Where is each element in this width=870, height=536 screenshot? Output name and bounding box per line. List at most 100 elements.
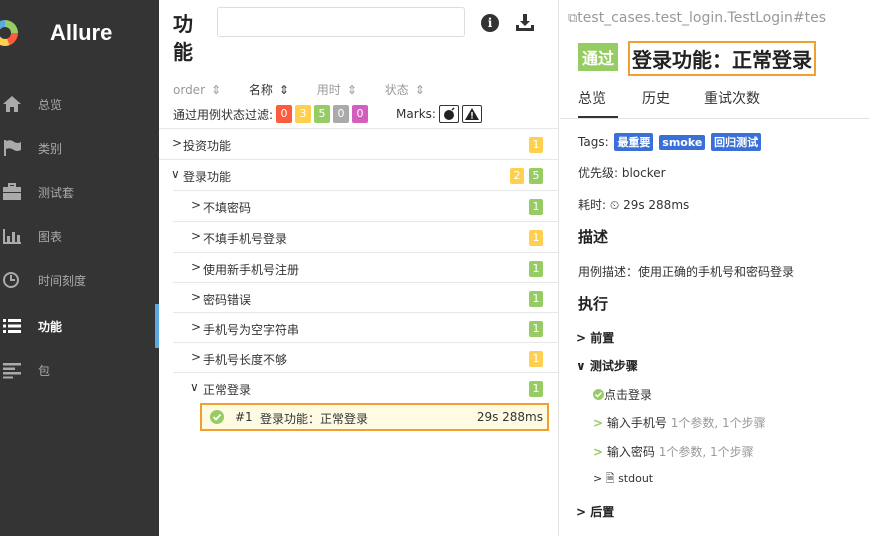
before-section[interactable]: > 前置 bbox=[576, 329, 614, 346]
tag-badge: smoke bbox=[659, 135, 706, 150]
stdout-attachment[interactable]: > 🗎 stdout bbox=[593, 470, 653, 489]
align-left-icon bbox=[3, 363, 21, 379]
test-steps-section[interactable]: ∨ 测试步骤 bbox=[576, 357, 638, 374]
sort-order[interactable]: order ⇕ bbox=[173, 83, 221, 97]
brand-name: Allure bbox=[50, 20, 113, 45]
sidebar-item-label: 包 bbox=[38, 364, 51, 378]
step-label: 输入手机号 bbox=[606, 416, 667, 430]
chevron-down-icon: ∨ bbox=[171, 167, 180, 181]
search-input[interactable] bbox=[217, 7, 465, 37]
sort-name-label: 名称 bbox=[248, 83, 273, 97]
count-badge-passed: 1 bbox=[529, 321, 543, 337]
sidebar-item-label: 时间刻度 bbox=[38, 274, 87, 288]
new-failed-mark-button[interactable] bbox=[461, 105, 482, 123]
flaky-mark-button[interactable] bbox=[438, 105, 459, 123]
file-icon: 🗎 bbox=[605, 472, 615, 485]
tab-retries[interactable]: 重试次数 bbox=[704, 88, 760, 108]
count-badge-passed: 5 bbox=[529, 168, 543, 184]
info-icon[interactable]: i bbox=[481, 14, 499, 32]
test-name: 登录功能：正常登录 bbox=[260, 412, 369, 426]
page-title: 功能 bbox=[173, 12, 193, 64]
sidebar-item-overview[interactable]: 总览 bbox=[0, 82, 159, 126]
step-row[interactable]: 点击登录 bbox=[593, 386, 652, 403]
tags-label: Tags: bbox=[578, 135, 609, 149]
download-icon[interactable] bbox=[515, 13, 535, 33]
tree-story-empty-phone[interactable]: > 手机号为空字符串 1 bbox=[173, 312, 558, 343]
filter-failed[interactable]: 0 bbox=[276, 105, 293, 123]
tag-badge: 回归测试 bbox=[711, 133, 762, 151]
count-badge-broken: 2 bbox=[510, 168, 524, 184]
sidebar-item-graphs[interactable]: 图表 bbox=[0, 214, 159, 258]
tree-story-label: 密码错误 bbox=[203, 293, 252, 307]
step-row[interactable]: > 输入手机号 1个参数, 1个步骤 bbox=[593, 414, 766, 431]
step-label: 输入密码 bbox=[606, 445, 655, 459]
sort-status[interactable]: 状态 ⇕ bbox=[385, 83, 425, 97]
sidebar-item-behaviors[interactable]: 功能 bbox=[0, 304, 159, 348]
tree-story-label: 不填密码 bbox=[203, 201, 252, 215]
sort-duration[interactable]: 用时 ⇕ bbox=[317, 83, 357, 97]
count-badge-broken: 1 bbox=[529, 230, 543, 246]
tree-story-label: 正常登录 bbox=[203, 383, 252, 397]
home-icon bbox=[3, 96, 21, 112]
flag-icon bbox=[4, 140, 21, 156]
tree-story-new-phone[interactable]: > 使用新手机号注册 1 bbox=[173, 252, 558, 283]
chevron-right-icon: > bbox=[191, 320, 202, 334]
count-badge-passed: 1 bbox=[529, 291, 543, 307]
filter-broken[interactable]: 3 bbox=[295, 105, 312, 123]
sidebar-item-label: 图表 bbox=[38, 230, 63, 244]
tags-line: Tags: 最重要 smoke 回归测试 bbox=[578, 133, 762, 151]
chevron-right-icon: > bbox=[576, 331, 591, 345]
bar-chart-icon bbox=[3, 229, 21, 244]
copy-icon[interactable]: ⧉ bbox=[568, 11, 577, 26]
tab-history[interactable]: 历史 bbox=[642, 88, 670, 108]
chevron-right-icon: > bbox=[191, 290, 202, 304]
filter-unknown[interactable]: 0 bbox=[352, 105, 369, 123]
chevron-down-icon: ∨ bbox=[190, 380, 199, 394]
status-badge: 通过 bbox=[578, 43, 619, 71]
tab-overview[interactable]: 总览 bbox=[578, 88, 606, 108]
sidebar-item-label: 类别 bbox=[38, 142, 63, 156]
attachment-label: stdout bbox=[618, 472, 654, 485]
sort-name[interactable]: 名称 ⇕ bbox=[249, 83, 289, 97]
test-full-name[interactable]: ⧉test_cases.test_login.TestLogin#tes bbox=[568, 10, 826, 26]
sidebar-item-label: 功能 bbox=[38, 320, 63, 334]
filter-passed[interactable]: 5 bbox=[314, 105, 331, 123]
sort-icon: ⇕ bbox=[346, 83, 357, 97]
duration-value: 29s 288ms bbox=[623, 198, 690, 212]
tree-group-invest[interactable]: > 投资功能 1 bbox=[159, 128, 558, 159]
filter-skipped[interactable]: 0 bbox=[333, 105, 350, 123]
chevron-right-icon: > bbox=[593, 445, 604, 459]
sidebar-item-suites[interactable]: 测试套 bbox=[0, 170, 159, 214]
list-icon bbox=[3, 319, 21, 333]
tree-story-no-phone[interactable]: > 不填手机号登录 1 bbox=[173, 221, 558, 252]
description-text: 用例描述：使用正确的手机号和密码登录 bbox=[578, 265, 795, 279]
tree-story-normal-login[interactable]: ∨ 正常登录 1 bbox=[173, 372, 558, 403]
step-meta: 1个参数, 1个步骤 bbox=[670, 416, 766, 430]
tree-story-short-phone[interactable]: > 手机号长度不够 1 bbox=[173, 342, 558, 373]
chevron-right-icon: > bbox=[191, 350, 202, 364]
tree-group-login[interactable]: ∨ 登录功能 2 5 bbox=[159, 159, 558, 190]
count-badge-passed: 1 bbox=[529, 199, 543, 215]
test-title: 登录功能：正常登录 bbox=[628, 41, 816, 76]
tree-story-wrong-password[interactable]: > 密码错误 1 bbox=[173, 282, 558, 313]
sort-duration-label: 用时 bbox=[316, 83, 341, 97]
after-label: 后置 bbox=[590, 505, 615, 519]
sidebar-item-label: 测试套 bbox=[38, 186, 75, 200]
step-row[interactable]: > 输入密码 1个参数, 1个步骤 bbox=[593, 443, 754, 460]
clock-icon bbox=[3, 272, 19, 288]
tree-group-label: 投资功能 bbox=[183, 139, 232, 153]
chevron-right-icon: > bbox=[593, 472, 603, 485]
sort-status-label: 状态 bbox=[384, 83, 409, 97]
tree-story-no-password[interactable]: > 不填密码 1 bbox=[173, 190, 558, 221]
sidebar-item-categories[interactable]: 类别 bbox=[0, 126, 159, 170]
brand[interactable]: Allure bbox=[0, 14, 159, 54]
after-section[interactable]: > 后置 bbox=[576, 503, 614, 520]
description-heading: 描述 bbox=[578, 228, 609, 246]
sidebar-item-timeline[interactable]: 时间刻度 bbox=[0, 258, 159, 302]
test-case-row[interactable]: #1 登录功能：正常登录 29s 288ms bbox=[200, 403, 549, 431]
sidebar-item-packages[interactable]: 包 bbox=[0, 348, 159, 392]
severity-line: 优先级: blocker bbox=[578, 166, 666, 180]
test-number: #1 bbox=[235, 410, 253, 424]
tabs-divider bbox=[560, 118, 870, 119]
clock-icon: ⏲ bbox=[609, 198, 620, 212]
